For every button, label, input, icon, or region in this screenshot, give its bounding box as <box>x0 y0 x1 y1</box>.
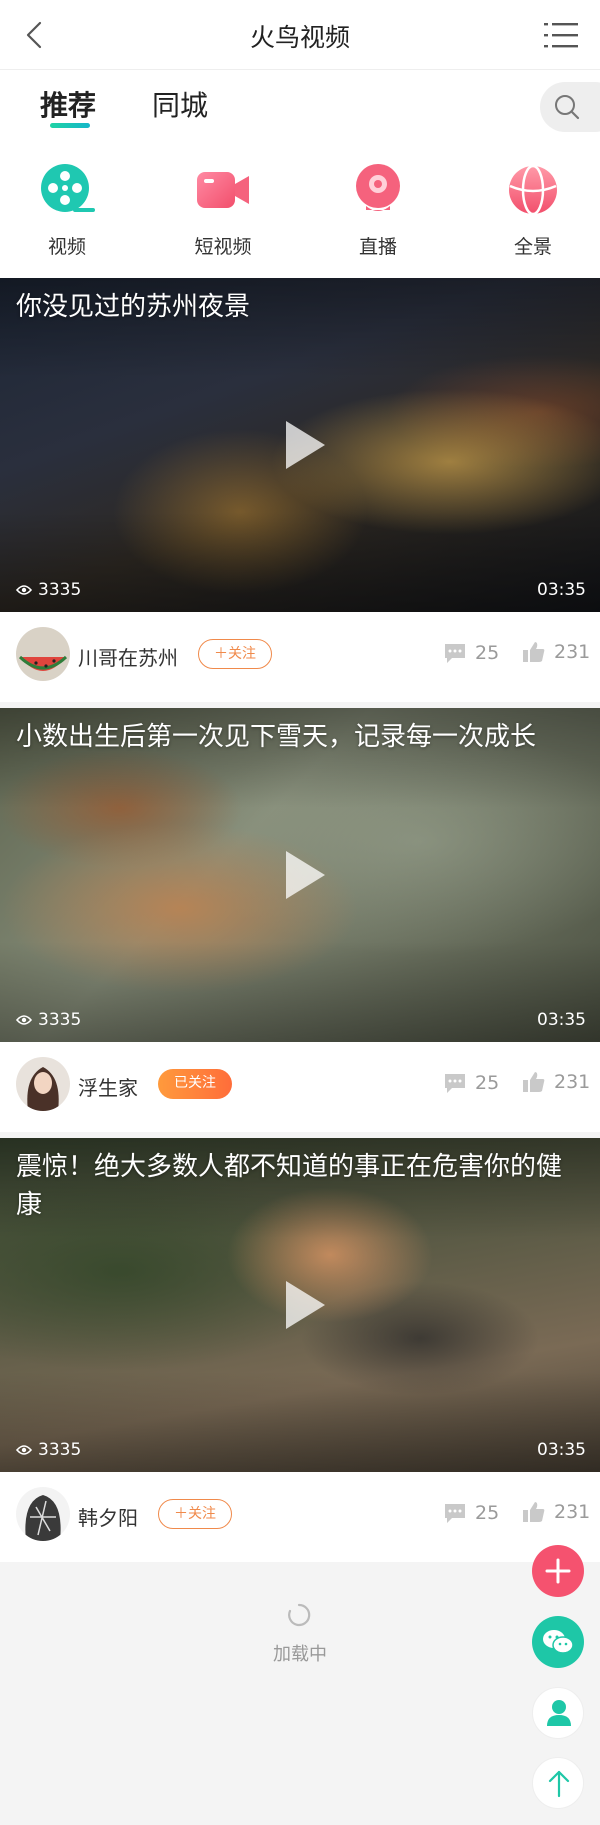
add-button[interactable] <box>532 1545 584 1597</box>
plus-icon: ＋ <box>174 1506 188 1522</box>
comment-bubble-icon <box>445 1504 465 1523</box>
play-icon[interactable] <box>282 1278 328 1332</box>
woman-portrait-avatar-image <box>16 1057 70 1111</box>
comment-count-value: 25 <box>475 1072 500 1094</box>
loading-text: 加载中 <box>273 1644 327 1665</box>
video-title: 你没见过的苏州夜景 <box>16 292 251 322</box>
arrow-up-icon <box>548 1770 570 1798</box>
video-card[interactable]: 你没见过的苏州夜景 3335 03:35 川哥在苏州 ＋关注 25 231 <box>0 278 600 702</box>
avatar[interactable] <box>16 1487 70 1541</box>
sketch-portrait-avatar-image <box>16 1487 70 1541</box>
thumbs-up-icon <box>523 1502 545 1522</box>
follow-button[interactable]: ＋关注 <box>198 639 272 669</box>
video-card[interactable]: 震惊！绝大多数人都不知道的事正在危害你的健康 3335 03:35 韩夕阳 ＋关… <box>0 1138 600 1562</box>
view-count: 3335 <box>16 1010 81 1030</box>
follow-label: 关注 <box>188 1506 216 1522</box>
menu-list-icon[interactable] <box>544 20 578 50</box>
category-label: 直播 <box>358 236 397 258</box>
plus-icon: ＋ <box>214 646 228 662</box>
plus-icon <box>545 1558 571 1584</box>
video-title: 小数出生后第一次见下雪天，记录每一次成长 <box>16 722 537 752</box>
author-name[interactable]: 浮生家 <box>78 1072 138 1101</box>
video-duration: 03:35 <box>537 580 586 600</box>
video-duration: 03:35 <box>537 1010 586 1030</box>
thumbs-up-icon <box>523 642 545 662</box>
category-label: 视频 <box>47 236 86 258</box>
author-name[interactable]: 川哥在苏州 <box>78 642 178 671</box>
video-camera-icon <box>197 172 249 208</box>
video-thumbnail[interactable]: 震惊！绝大多数人都不知道的事正在危害你的健康 3335 03:35 <box>0 1138 600 1472</box>
play-icon[interactable] <box>282 418 328 472</box>
play-icon[interactable] <box>282 848 328 902</box>
video-card[interactable]: 小数出生后第一次见下雪天，记录每一次成长 3335 03:35 浮生家 已关注 … <box>0 708 600 1132</box>
search-icon <box>555 95 580 120</box>
eye-icon <box>16 1015 32 1025</box>
wechat-button[interactable] <box>532 1616 584 1668</box>
like-count-value: 231 <box>554 1071 591 1093</box>
follow-label: 关注 <box>228 646 256 662</box>
tab-local[interactable]: 同城 <box>152 84 208 124</box>
following-button[interactable]: 已关注 <box>158 1069 232 1099</box>
video-meta: 韩夕阳 ＋关注 25 231 <box>0 1472 600 1562</box>
video-meta: 川哥在苏州 ＋关注 25 231 <box>0 612 600 702</box>
comment-count[interactable]: 25 <box>443 1072 499 1094</box>
tab-recommend[interactable]: 推荐 <box>40 84 96 124</box>
category-label: 短视频 <box>194 236 252 258</box>
page-title: 火鸟视频 <box>249 23 350 52</box>
view-count: 3335 <box>16 1440 81 1460</box>
comment-count[interactable]: 25 <box>443 1502 499 1524</box>
like-count[interactable]: 231 <box>522 1500 590 1524</box>
view-count-value: 3335 <box>38 580 82 600</box>
view-count-value: 3335 <box>38 1010 82 1030</box>
comment-bubble-icon <box>445 644 465 663</box>
category-live[interactable]: 直播 <box>318 162 438 259</box>
panorama-globe-icon <box>509 164 557 216</box>
profile-button[interactable] <box>532 1687 584 1739</box>
tab-bar: 推荐 同城 <box>0 70 600 148</box>
follow-button[interactable]: ＋关注 <box>158 1499 232 1529</box>
author-name[interactable]: 韩夕阳 <box>78 1502 138 1531</box>
eye-icon <box>16 1445 32 1455</box>
active-tab-indicator <box>50 123 90 128</box>
user-icon <box>547 1700 571 1726</box>
comment-count-value: 25 <box>475 1502 500 1524</box>
category-row: 视频 短视频 直播 全景 <box>0 148 600 278</box>
search-button[interactable] <box>540 82 600 132</box>
like-count-value: 231 <box>554 1501 591 1523</box>
video-meta: 浮生家 已关注 25 231 <box>0 1042 600 1132</box>
avatar[interactable] <box>16 627 70 681</box>
like-count[interactable]: 231 <box>522 1070 590 1094</box>
category-video[interactable]: 视频 <box>7 162 127 259</box>
category-panorama[interactable]: 全景 <box>473 162 593 259</box>
comment-bubble-icon <box>445 1074 465 1093</box>
top-bar: 火鸟视频 <box>0 0 600 70</box>
like-count-value: 231 <box>554 641 591 663</box>
loading-indicator: 加载中 <box>0 1566 600 1686</box>
view-count: 3335 <box>16 580 81 600</box>
eye-icon <box>16 585 32 595</box>
video-thumbnail[interactable]: 你没见过的苏州夜景 3335 03:35 <box>0 278 600 612</box>
watermelon-avatar-image <box>16 627 70 681</box>
avatar[interactable] <box>16 1057 70 1111</box>
video-title: 震惊！绝大多数人都不知道的事正在危害你的健康 <box>16 1152 563 1220</box>
comment-count-value: 25 <box>475 642 500 664</box>
webcam-live-icon <box>356 164 400 211</box>
thumbs-up-icon <box>523 1072 545 1092</box>
category-label: 全景 <box>513 236 552 258</box>
comment-count[interactable]: 25 <box>443 642 499 664</box>
film-reel-icon <box>41 164 95 212</box>
back-to-top-button[interactable] <box>532 1757 584 1809</box>
view-count-value: 3335 <box>38 1440 82 1460</box>
like-count[interactable]: 231 <box>522 640 590 664</box>
wechat-icon <box>543 1630 574 1654</box>
video-duration: 03:35 <box>537 1440 586 1460</box>
loading-spinner-icon <box>288 1603 311 1627</box>
category-short-video[interactable]: 短视频 <box>163 162 283 259</box>
video-thumbnail[interactable]: 小数出生后第一次见下雪天，记录每一次成长 3335 03:35 <box>0 708 600 1042</box>
